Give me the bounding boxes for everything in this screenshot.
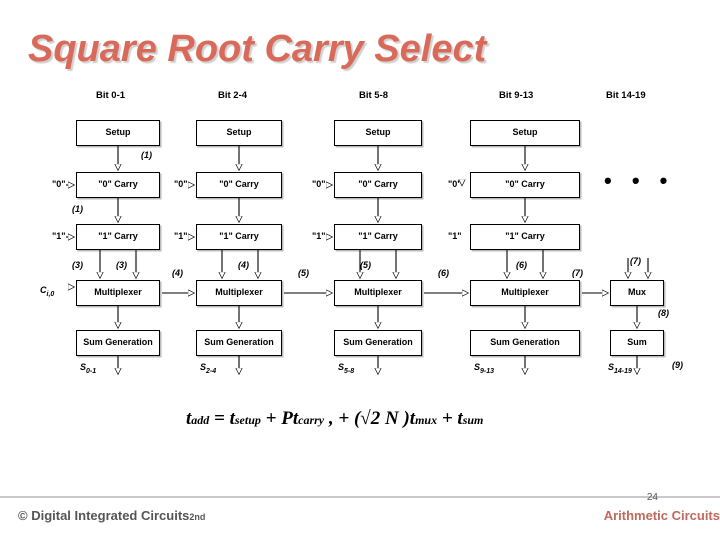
stage-4-input-zero-label: "0" — [448, 179, 462, 189]
stage-1-mux-box: Multiplexer — [76, 280, 160, 306]
stage-1-output-label: S0-1 — [80, 362, 97, 375]
slide: Square Root Carry Select Bit 0-1 Bit 2-4… — [0, 0, 720, 540]
stage-3-carry0-box: "0" Carry — [334, 172, 422, 198]
delay-annotation-5a: (5) — [298, 268, 309, 278]
column-header-bit-5-8: Bit 5-8 — [359, 90, 389, 101]
footer-section-title: Arithmetic Circuits — [603, 508, 720, 523]
ellipsis-dots: • • • — [604, 168, 675, 193]
delay-annotation-8: (8) — [658, 308, 669, 318]
delay-annotation-6a: (6) — [438, 268, 449, 278]
delay-annotation-4b: (4) — [238, 260, 249, 270]
stage-1-input-one-label: "1" — [52, 231, 66, 241]
carry-in-label: Ci,0 — [40, 285, 55, 298]
stage-4-carry0-box: "0" Carry — [470, 172, 580, 198]
delay-equation: tadd = tsetup + Ptcarry , + (√2 N )tmux … — [186, 408, 484, 429]
stage-5-mux-box: Mux — [610, 280, 664, 306]
delay-annotation-6b: (6) — [516, 260, 527, 270]
stage-2-carry1-box: "1" Carry — [196, 224, 282, 250]
delay-annotation-3a: (3) — [72, 260, 83, 270]
stage-4-input-one-label: "1" — [448, 231, 462, 241]
delay-annotation-9: (9) — [672, 360, 683, 370]
footer-divider — [0, 496, 720, 498]
footer-copyright: © Digital Integrated Circuits2nd — [18, 508, 206, 523]
stage-4-mux-box: Multiplexer — [470, 280, 580, 306]
slide-number: 24 — [646, 492, 658, 503]
delay-annotation-7a: (7) — [572, 268, 583, 278]
column-header-bit-2-4: Bit 2-4 — [218, 90, 248, 101]
column-header-bit-0-1: Bit 0-1 — [96, 90, 126, 101]
stage-2-carry0-box: "0" Carry — [196, 172, 282, 198]
stage-4-output-label: S9-13 — [474, 362, 495, 375]
stage-2-input-zero-label: "0" — [174, 179, 188, 189]
delay-annotation-1b: (1) — [72, 204, 83, 214]
stage-4-sum-box: Sum Generation — [470, 330, 580, 356]
stage-1-sum-box: Sum Generation — [76, 330, 160, 356]
stage-2-setup-box: Setup — [196, 120, 282, 146]
delay-annotation-4a: (4) — [172, 268, 183, 278]
stage-3-carry1-box: "1" Carry — [334, 224, 422, 250]
stage-3-output-label: S5-8 — [338, 362, 355, 375]
stage-1-carry1-box: "1" Carry — [76, 224, 160, 250]
stage-1-setup-box: Setup — [76, 120, 160, 146]
stage-4-carry1-box: "1" Carry — [470, 224, 580, 250]
stage-2-mux-box: Multiplexer — [196, 280, 282, 306]
stage-2-input-one-label: "1" — [174, 231, 188, 241]
stage-1-carry0-box: "0" Carry — [76, 172, 160, 198]
stage-2-sum-box: Sum Generation — [196, 330, 282, 356]
column-header-bit-9-13: Bit 9-13 — [499, 90, 534, 101]
page-title: Square Root Carry Select — [28, 28, 487, 70]
square-root-carry-select-diagram: Bit 0-1 Bit 2-4 Bit 5-8 Bit 9-13 Bit 14-… — [0, 82, 720, 392]
stage-3-input-one-label: "1" — [312, 231, 326, 241]
stage-3-input-zero-label: "0" — [312, 179, 326, 189]
delay-annotation-7b: (7) — [630, 256, 641, 266]
stage-3-sum-box: Sum Generation — [334, 330, 422, 356]
delay-annotation-5b: (5) — [360, 260, 371, 270]
stage-3-mux-box: Multiplexer — [334, 280, 422, 306]
stage-3-setup-box: Setup — [334, 120, 422, 146]
stage-5-output-label: S14-19 — [608, 362, 632, 375]
stage-4-setup-box: Setup — [470, 120, 580, 146]
delay-annotation-1a: (1) — [141, 150, 152, 160]
column-header-bit-14-19: Bit 14-19 — [606, 90, 646, 101]
stage-1-input-zero-label: "0" — [52, 179, 66, 189]
delay-annotation-3b: (3) — [116, 260, 127, 270]
stage-5-sum-box: Sum — [610, 330, 664, 356]
stage-2-output-label: S2-4 — [200, 362, 217, 375]
